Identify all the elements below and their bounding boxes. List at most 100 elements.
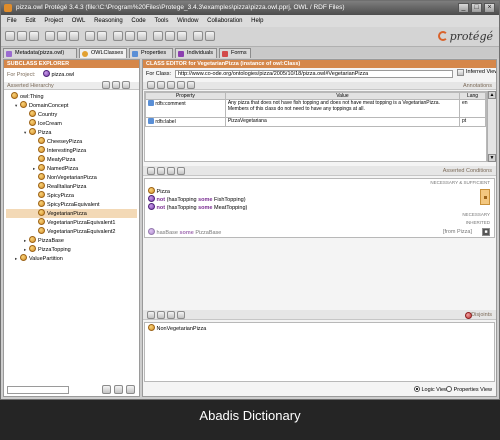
remove-disjoint-icon[interactable] [167, 311, 175, 319]
tree-item[interactable]: SpicyPizza [6, 191, 137, 200]
tab-properties[interactable]: Properties [129, 48, 173, 58]
class-icon [38, 218, 45, 225]
for-class-uri-field[interactable]: http://www.co-ode.org/ontologies/pizza/2… [175, 70, 453, 78]
search-icon[interactable] [102, 385, 111, 394]
tree-item[interactable]: VegetarianPizzaEquivalent2 [6, 227, 137, 236]
menu-bar: File Edit Project OWL Reasoning Code Too… [1, 15, 499, 27]
menu-edit[interactable]: Edit [25, 18, 35, 24]
tree-item[interactable]: InterestingPizza [6, 146, 137, 155]
consistency-icon[interactable] [137, 31, 147, 41]
tree-item[interactable]: CheeseyPizza [6, 137, 137, 146]
logic-view-radio[interactable]: Logic View [413, 386, 448, 395]
class-icon [29, 245, 36, 252]
tree-item[interactable]: Country [6, 110, 137, 119]
annotation-row[interactable]: rdfs:label PizzaVegetariana pt [145, 117, 486, 127]
properties-view-radio[interactable]: Properties View [445, 386, 492, 395]
tree-item[interactable]: ▸ PizzaBase [6, 236, 137, 245]
copy-icon[interactable] [57, 31, 67, 41]
info-icon[interactable] [205, 31, 215, 41]
inherited-goto-icon[interactable]: ■ [482, 228, 490, 236]
class-search-input[interactable] [7, 386, 69, 394]
menu-reasoning[interactable]: Reasoning [94, 18, 123, 24]
undo-icon[interactable] [85, 31, 95, 41]
tab-metadata[interactable]: Metadata(pizza.owl) [3, 48, 77, 58]
graph-icon[interactable] [177, 31, 187, 41]
condition-row-pizza[interactable]: Pizza [148, 187, 170, 195]
remove-condition-icon[interactable] [177, 167, 185, 175]
test-icon[interactable] [153, 31, 163, 41]
add-all-siblings-icon[interactable] [157, 311, 165, 319]
tree-item-label: PizzaTopping [38, 247, 71, 253]
tree-item[interactable]: VegetarianPizza [6, 209, 137, 218]
tab-owlclasses[interactable]: OWLClasses [79, 48, 127, 58]
delete-class-icon[interactable] [122, 81, 130, 89]
minimize-button[interactable]: _ [458, 3, 469, 13]
properties-tab-icon [132, 51, 138, 57]
tab-individuals[interactable]: Individuals [175, 48, 217, 58]
tree-item[interactable]: ▾ Pizza [6, 128, 137, 137]
classify-icon[interactable] [125, 31, 135, 41]
create-sibling-icon[interactable] [112, 81, 120, 89]
create-expression-icon[interactable] [167, 167, 175, 175]
cut-icon[interactable] [45, 31, 55, 41]
lang-annotation-icon[interactable] [187, 81, 195, 89]
add-named-class-icon[interactable] [157, 167, 165, 175]
tree-item[interactable]: ▸ ValuePartition [6, 254, 137, 263]
tree-item[interactable]: ▾ DomainConcept [6, 101, 137, 110]
tree-item[interactable]: VegetarianPizzaEquivalent1 [6, 218, 137, 227]
menu-file[interactable]: File [7, 18, 17, 24]
tree-item[interactable]: ▸ PizzaTopping [6, 245, 137, 254]
inferred-view-checkbox[interactable] [457, 69, 464, 76]
condition-row-inherited[interactable]: hasBase some PizzaBase [148, 228, 221, 236]
remove-all-disjoints-icon[interactable] [177, 311, 185, 319]
redo-icon[interactable] [97, 31, 107, 41]
for-project-row: For Project: pizza.owl [7, 70, 74, 79]
delete-annotation-icon[interactable] [177, 81, 185, 89]
class-icon [38, 164, 45, 171]
menu-help[interactable]: Help [251, 18, 263, 24]
menu-code[interactable]: Code [131, 18, 145, 24]
scroll-down-icon[interactable]: ▼ [488, 154, 496, 162]
menu-project[interactable]: Project [44, 18, 63, 24]
close-button[interactable]: × [484, 3, 495, 13]
settings-icon[interactable] [193, 31, 203, 41]
tab-forms[interactable]: Forms [219, 48, 251, 58]
condition-row-not-fish[interactable]: not (hasTopping some FishTopping) [148, 195, 246, 203]
check-icon[interactable] [165, 31, 175, 41]
scroll-up-icon[interactable]: ▲ [488, 91, 496, 99]
menu-window[interactable]: Window [177, 18, 198, 24]
search-options-icon[interactable] [114, 385, 123, 394]
tree-item[interactable]: ▸ NamedPizza [6, 164, 137, 173]
annotations-scrollbar[interactable]: ▲ ▼ [487, 91, 496, 162]
tree-item[interactable]: owl:Thing [6, 92, 137, 101]
disjoint-row[interactable]: NonVegetarianPizza [148, 324, 206, 332]
menu-collaboration[interactable]: Collaboration [207, 18, 242, 24]
search-next-icon[interactable] [126, 385, 135, 394]
class-icon [148, 324, 155, 331]
tree-item[interactable]: MeatyPizza [6, 155, 137, 164]
open-project-icon[interactable] [17, 31, 27, 41]
tree-item[interactable]: IceCream [6, 119, 137, 128]
paste-icon[interactable] [69, 31, 79, 41]
maximize-button[interactable]: □ [471, 3, 482, 13]
save-project-icon[interactable] [29, 31, 39, 41]
menu-tools[interactable]: Tools [154, 18, 168, 24]
necessary-label: NECESSARY [462, 212, 490, 217]
add-disjoint-icon[interactable] [147, 311, 155, 319]
disjoints-label: Disjoints [471, 312, 492, 318]
tree-item[interactable]: RealItalianPizza [6, 182, 137, 191]
menu-owl[interactable]: OWL [72, 18, 86, 24]
edit-annotation-icon[interactable] [167, 81, 175, 89]
new-project-icon[interactable] [5, 31, 15, 41]
annotation-row[interactable]: rdfs:comment Any pizza that does not hav… [145, 99, 486, 118]
create-subclass-icon[interactable] [102, 81, 110, 89]
add-annotation-icon[interactable] [147, 81, 155, 89]
tree-item[interactable]: SpicyPizzaEquivalent [6, 200, 137, 209]
find-icon[interactable] [113, 31, 123, 41]
tab-bar: Metadata(pizza.owl) OWLClasses Propertie… [1, 47, 499, 58]
create-restriction-icon[interactable] [147, 167, 155, 175]
tree-item[interactable]: NonVegetarianPizza [6, 173, 137, 182]
add-value-icon[interactable] [157, 81, 165, 89]
for-class-label: For Class: [146, 71, 172, 77]
condition-row-not-meat[interactable]: not (hasTopping some MeatTopping) [148, 203, 247, 211]
